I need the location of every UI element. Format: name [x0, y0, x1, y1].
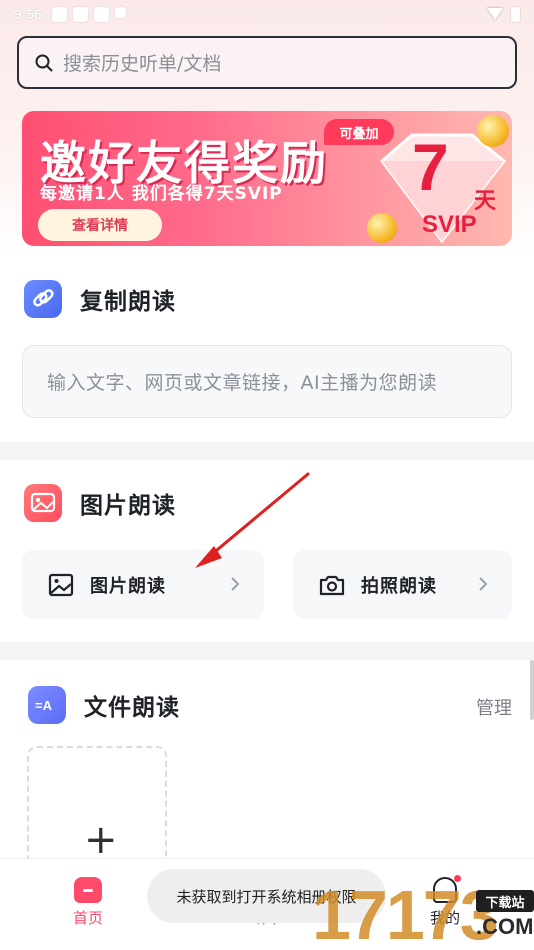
coin-icon	[477, 115, 509, 147]
copy-read-title: 复制朗读	[80, 289, 176, 315]
copy-read-input[interactable]: 输入文字、网页或文章链接，AI主播为您朗读	[22, 345, 512, 418]
banner-details-button[interactable]: 查看详情	[38, 209, 162, 241]
camera-icon	[319, 575, 345, 595]
nav-home[interactable]: 首页	[53, 877, 123, 928]
notification-icons	[52, 6, 127, 22]
scroll-indicator	[530, 660, 534, 720]
section-divider	[0, 442, 534, 460]
watermark-number: 17173	[312, 876, 499, 950]
manage-button[interactable]: 管理	[476, 694, 512, 720]
image-read-icon	[24, 484, 62, 522]
battery-icon	[511, 6, 520, 22]
photo-read-button[interactable]: 拍照朗读	[293, 550, 512, 619]
photo-read-button-label: 拍照朗读	[361, 575, 437, 597]
wifi-icon	[487, 8, 503, 20]
image-read-title: 图片朗读	[80, 493, 176, 519]
image-icon	[48, 573, 74, 596]
home-icon	[74, 877, 102, 903]
site-watermark: 17173 下载站 .COM	[312, 880, 534, 950]
badge-number: 7	[412, 130, 449, 204]
image-read-button-label: 图片朗读	[90, 575, 166, 597]
chevron-right-icon	[479, 577, 488, 591]
search-placeholder: 搜索历史听单/文档	[63, 53, 222, 75]
status-bar: 9:56	[0, 0, 534, 28]
copy-read-placeholder: 输入文字、网页或文章链接，AI主播为您朗读	[47, 372, 438, 394]
notification-icon	[73, 6, 89, 22]
banner-subtitle: 每邀请1人 我们各得7天SVIP	[40, 184, 283, 204]
file-read-header: =A 文件朗读	[28, 686, 180, 724]
link-icon	[24, 280, 62, 318]
notification-icon	[52, 6, 68, 22]
invite-banner[interactable]: 邀好友得奖励 每邀请1人 我们各得7天SVIP 查看详情 可叠加 7 天 SVI…	[22, 111, 512, 246]
notification-icon	[94, 6, 110, 22]
notification-icon	[115, 6, 127, 18]
file-read-title: 文件朗读	[84, 695, 180, 721]
svg-text:=A: =A	[35, 698, 53, 713]
badge-unit: 天	[474, 189, 497, 214]
section-divider	[0, 642, 534, 660]
coin-icon	[367, 213, 397, 243]
search-icon	[35, 54, 53, 71]
image-read-header: 图片朗读	[24, 484, 176, 522]
watermark-domain: .COM	[476, 914, 534, 939]
copy-read-header: 复制朗读	[24, 280, 176, 318]
nav-home-label: 首页	[72, 909, 103, 927]
search-bar[interactable]: 搜索历史听单/文档	[17, 36, 517, 89]
file-read-icon: =A	[28, 686, 66, 724]
badge-svip: SVIP	[422, 211, 477, 238]
chevron-right-icon	[231, 577, 240, 591]
image-read-button[interactable]: 图片朗读	[22, 550, 264, 619]
status-time: 9:56	[14, 6, 43, 22]
watermark-tag: 下载站	[476, 890, 534, 912]
plus-icon: +	[84, 817, 118, 863]
banner-stackable-tag: 可叠加	[324, 119, 394, 145]
